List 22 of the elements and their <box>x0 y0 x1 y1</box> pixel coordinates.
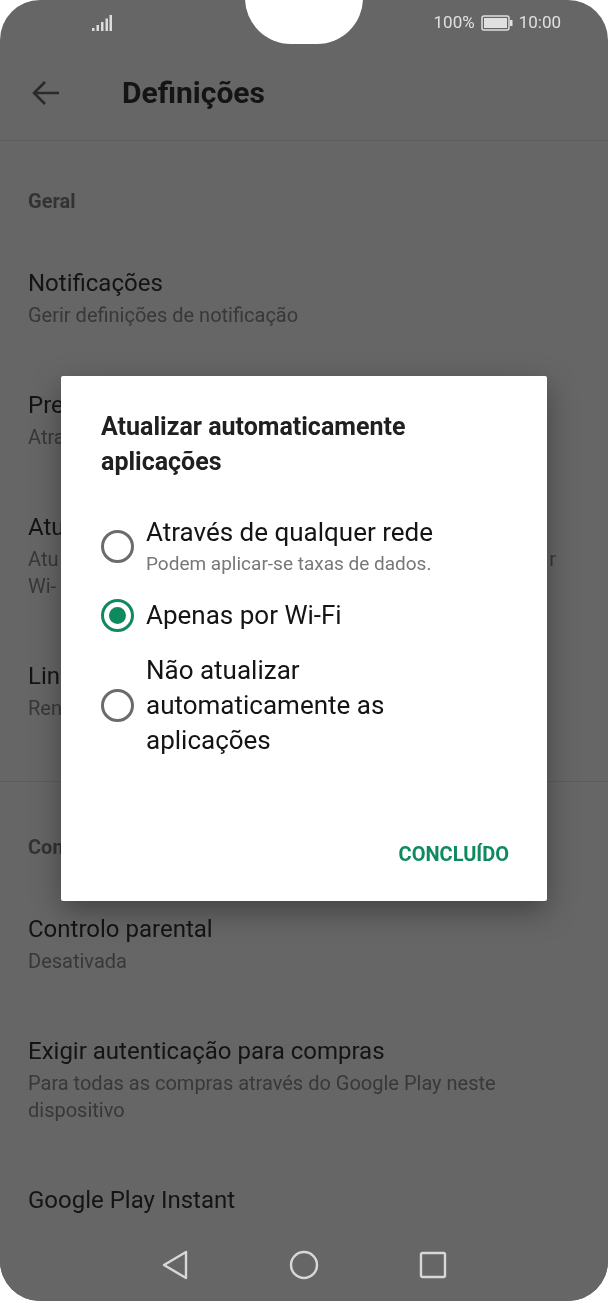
page-title: Definições <box>122 74 265 112</box>
option-label[interactable]: Através de qualquer rede <box>146 515 434 550</box>
battery-icon <box>480 14 513 31</box>
home-icon[interactable] <box>289 1250 319 1280</box>
radio-button[interactable] <box>101 530 134 563</box>
setting-title[interactable]: Notificações <box>28 268 580 298</box>
back-arrow-icon[interactable] <box>32 79 60 106</box>
setting-title[interactable]: Google Play Instant <box>28 1185 580 1215</box>
option-label[interactable]: Não atualizar automaticamente as aplicações <box>146 653 507 758</box>
option-detail: Podem aplicar-se taxas de dados. <box>146 551 433 577</box>
back-icon[interactable] <box>161 1250 189 1280</box>
setting-title[interactable]: Exigir autenticação para compras <box>28 1036 580 1066</box>
battery-percent: 100% <box>433 10 475 34</box>
setting-title[interactable]: Controlo parental <box>28 914 580 944</box>
radio-button[interactable] <box>101 599 134 632</box>
clock: 10:00 <box>518 10 561 34</box>
dialog-title: Atualizar automaticamente aplicações <box>101 411 407 478</box>
recents-icon[interactable] <box>419 1251 447 1279</box>
signal-icon <box>92 14 112 31</box>
done-button[interactable]: CONCLUÍDO <box>398 839 509 869</box>
radio-button[interactable] <box>101 689 134 722</box>
option-label[interactable]: Apenas por Wi-Fi <box>146 598 342 633</box>
